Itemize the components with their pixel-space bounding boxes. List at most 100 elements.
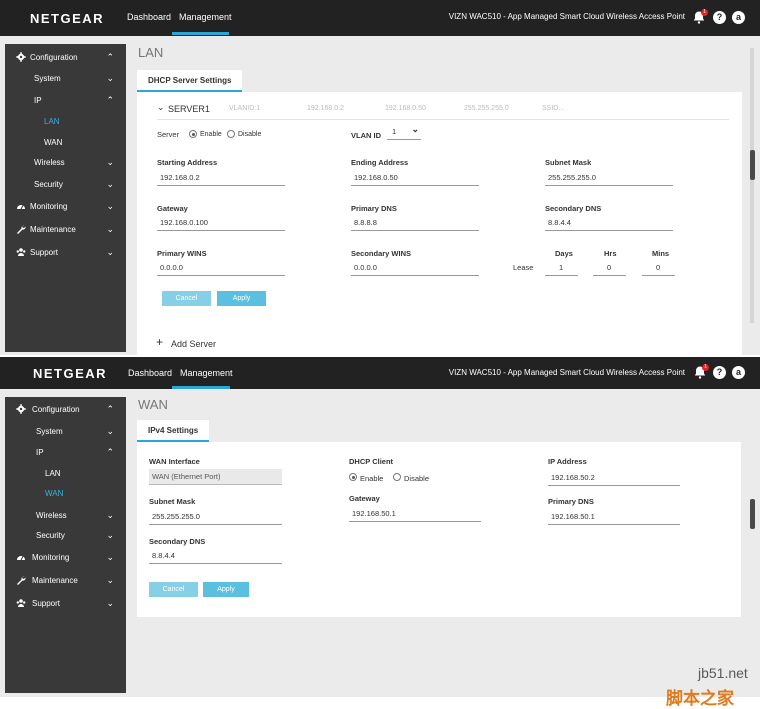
collapse-chevron-icon[interactable]: ⌄ (157, 102, 165, 113)
sidebar-label: WAN (44, 138, 63, 147)
sidebar-item-wireless[interactable]: Wireless ⌄ (5, 507, 126, 525)
ending-address-input[interactable] (351, 170, 479, 186)
sidebar-item-wan[interactable]: WAN (5, 134, 126, 152)
nav-dashboard[interactable]: Dashboard (128, 368, 172, 378)
sidebar-item-monitoring[interactable]: Monitoring ⌄ (5, 549, 126, 567)
gateway-input[interactable] (349, 506, 481, 522)
primary-dns-input[interactable] (548, 509, 680, 525)
plus-icon[interactable]: + (156, 335, 163, 349)
nav-management[interactable]: Management (179, 12, 232, 22)
tab-ipv4-settings[interactable]: IPv4 Settings (137, 420, 210, 442)
chevron-down-icon: ⌄ (106, 598, 114, 608)
days-label: Days (555, 249, 573, 258)
dhcp-disable-radio[interactable] (393, 473, 401, 481)
sidebar-label: Maintenance (30, 225, 76, 234)
chevron-down-icon: ⌄ (106, 224, 114, 234)
watermark-name: 脚本之家 (666, 689, 734, 708)
sidebar-item-wireless[interactable]: Wireless ⌄ (5, 154, 126, 172)
secondary-wins-input[interactable] (351, 260, 479, 276)
main-content: WAN IPv4 Settings WAN Interface DHCP Cli… (126, 389, 760, 697)
primary-wins-input[interactable] (157, 260, 285, 276)
scrollbar-track[interactable] (750, 48, 754, 323)
primary-dns-input[interactable] (351, 215, 479, 231)
chevron-down-icon: ⌄ (106, 552, 114, 562)
scrollbar-thumb[interactable] (750, 499, 755, 529)
chevron-down-icon: ⌄ (106, 530, 114, 540)
sidebar-item-system[interactable]: System ⌄ (5, 70, 126, 88)
chevron-down-icon: ⌄ (106, 179, 114, 189)
vlan-id-select[interactable]: 1 ⌄ (387, 124, 421, 140)
sidebar-item-lan[interactable]: LAN (5, 113, 126, 131)
apply-button[interactable]: Apply (217, 291, 266, 306)
sidebar-item-configuration[interactable]: Configuration ⌃ (5, 49, 126, 67)
sidebar-item-support[interactable]: Support ⌄ (5, 595, 126, 613)
secondary-dns-input[interactable] (545, 215, 673, 231)
sidebar-label: Configuration (30, 53, 78, 62)
sidebar-item-security[interactable]: Security ⌄ (5, 527, 126, 545)
sidebar-item-maintenance[interactable]: Maintenance ⌄ (5, 221, 126, 239)
sidebar-label: Monitoring (32, 553, 70, 562)
sidebar-label: Support (32, 599, 61, 608)
help-icon[interactable]: ? (713, 11, 726, 24)
ending-address-label: Ending Address (351, 158, 409, 167)
add-server-link[interactable]: Add Server (171, 339, 216, 349)
product-name: VIZN WAC510 - App Managed Smart Cloud Wi… (448, 368, 685, 377)
gateway-input[interactable] (157, 215, 285, 231)
dhcp-enable-radio[interactable] (349, 473, 357, 481)
sidebar-item-maintenance[interactable]: Maintenance ⌄ (5, 572, 126, 590)
account-icon[interactable]: a (732, 11, 745, 24)
starting-address-input[interactable] (157, 170, 285, 186)
nav-management[interactable]: Management (180, 368, 233, 378)
cancel-button[interactable]: Cancel (162, 291, 211, 306)
account-icon[interactable]: a (732, 366, 745, 379)
sidebar-label: Maintenance (32, 576, 78, 585)
lease-days-input[interactable] (545, 260, 578, 276)
secondary-dns-input[interactable] (149, 548, 282, 564)
sidebar: Configuration ⌃ System ⌄ IP ⌃ LAN WAN Wi… (5, 397, 126, 693)
sidebar-item-ip[interactable]: IP ⌃ (5, 444, 126, 462)
ip-address-input[interactable] (548, 470, 680, 486)
starting-address-label: Starting Address (157, 158, 218, 167)
cancel-button[interactable]: Cancel (149, 582, 198, 597)
sidebar-item-ip[interactable]: IP ⌃ (5, 92, 126, 110)
scrollbar-thumb[interactable] (750, 150, 755, 180)
gauge-icon (17, 205, 25, 210)
lease-hrs-input[interactable] (593, 260, 626, 276)
server-enable-radio[interactable] (189, 130, 197, 138)
server-summary-vlan: VLANID:1 (229, 105, 261, 112)
server-label: Server (157, 130, 180, 139)
sidebar-item-lan[interactable]: LAN (5, 465, 126, 483)
sidebar-item-configuration[interactable]: Configuration ⌃ (5, 401, 126, 419)
secondary-wins-label: Secondary WINS (351, 249, 412, 258)
server-name[interactable]: SERVER1 (168, 104, 210, 114)
top-bar: NETGEAR Dashboard Management VIZN WAC510… (0, 357, 760, 389)
page-title: WAN (138, 397, 168, 412)
tab-dhcp-server-settings[interactable]: DHCP Server Settings (137, 70, 243, 92)
enable-label: Enable (360, 474, 384, 483)
server-disable-radio[interactable] (227, 130, 235, 138)
subnet-mask-input[interactable] (545, 170, 673, 186)
sidebar-label: IP (36, 448, 44, 457)
sidebar-label: Security (34, 180, 63, 189)
sidebar-item-monitoring[interactable]: Monitoring ⌄ (5, 198, 126, 216)
sidebar-label: Wireless (34, 158, 65, 167)
help-icon[interactable]: ? (713, 366, 726, 379)
sidebar-item-security[interactable]: Security ⌄ (5, 176, 126, 194)
netgear-logo: NETGEAR (30, 11, 105, 26)
sidebar-item-system[interactable]: System ⌄ (5, 423, 126, 441)
sidebar-label: Monitoring (30, 202, 68, 211)
nav-dashboard[interactable]: Dashboard (127, 12, 171, 22)
notification-badge: 1 (701, 9, 708, 16)
primary-wins-label: Primary WINS (157, 249, 207, 258)
lease-mins-input[interactable] (642, 260, 675, 276)
server-summary-end: 192.168.0.50 (385, 105, 426, 112)
apply-button[interactable]: Apply (203, 582, 249, 597)
chevron-up-icon: ⌃ (106, 52, 114, 62)
subnet-mask-input[interactable] (149, 509, 282, 525)
divider (157, 119, 729, 120)
sidebar-label: Support (30, 248, 59, 257)
sidebar-item-wan[interactable]: WAN (5, 485, 126, 503)
sidebar-label: LAN (44, 117, 60, 126)
sidebar-label: System (34, 74, 61, 83)
sidebar-item-support[interactable]: Support ⌄ (5, 244, 126, 262)
